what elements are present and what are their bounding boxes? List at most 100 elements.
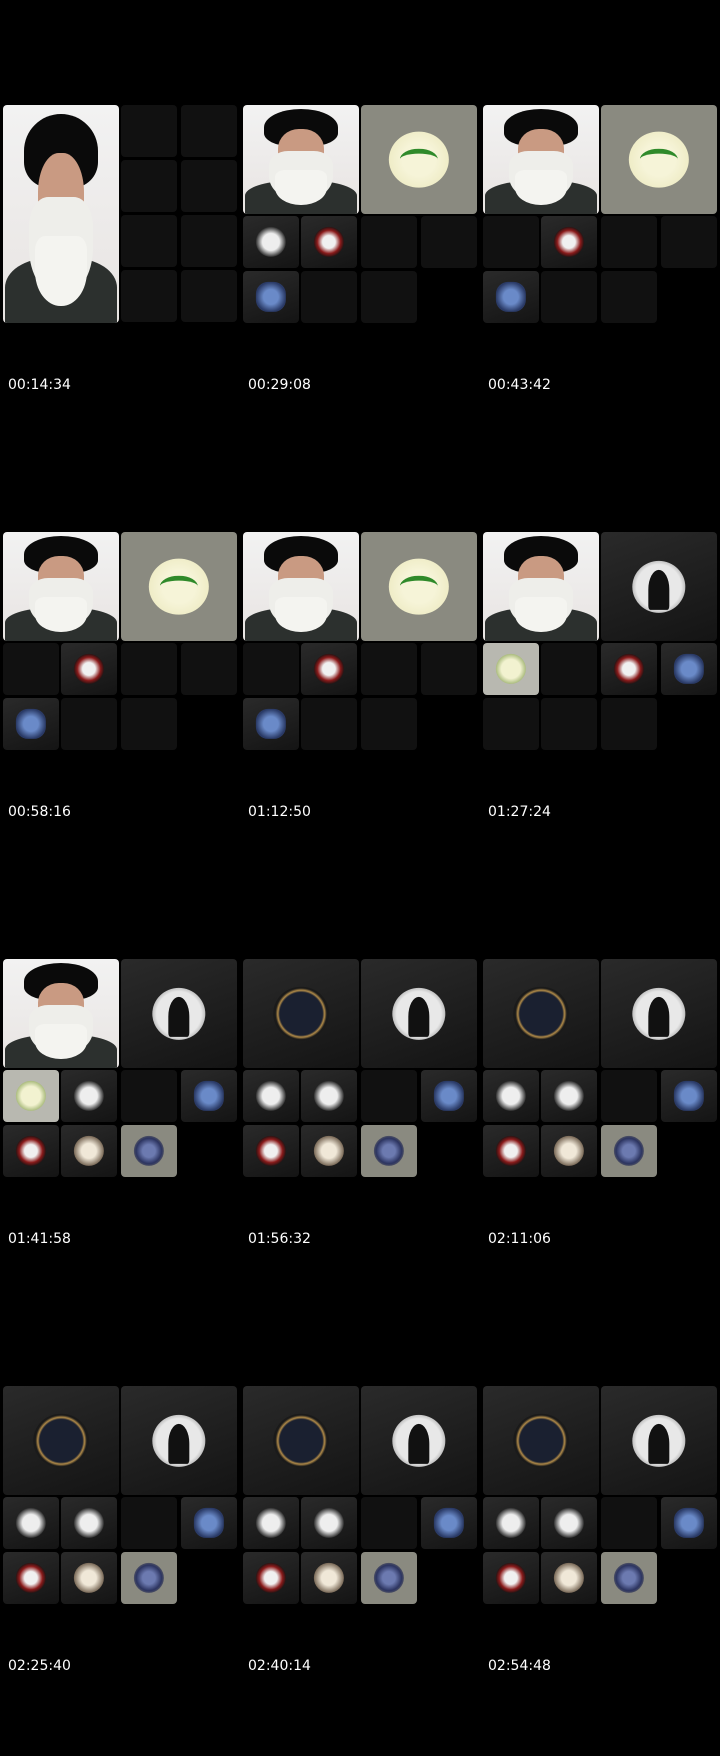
- gold-seal-icon: [273, 986, 329, 1041]
- timestamp: 02:40:14: [248, 1658, 311, 1674]
- portrait-tile[interactable]: [243, 105, 359, 214]
- participant-tile[interactable]: [3, 1552, 59, 1604]
- emblem-tile[interactable]: [243, 959, 359, 1068]
- participant-tile[interactable]: [3, 698, 59, 750]
- empty-tile: [601, 271, 657, 323]
- frame-4: 00:58:16: [3, 532, 237, 902]
- book-icon: [433, 1080, 465, 1112]
- emblem-tile[interactable]: [361, 959, 477, 1068]
- participant-tile[interactable]: [661, 1497, 717, 1549]
- calligraphy-emblem-icon: [628, 131, 690, 188]
- participant-tile[interactable]: [121, 1552, 177, 1604]
- participant-tile[interactable]: [61, 1552, 117, 1604]
- participant-tile[interactable]: [421, 1497, 477, 1549]
- participant-tile[interactable]: [181, 1497, 237, 1549]
- person-icon: [15, 1562, 47, 1594]
- participant-tile[interactable]: [483, 1125, 539, 1177]
- emblem-tile[interactable]: [601, 105, 717, 214]
- emblem-tile[interactable]: [601, 1386, 717, 1495]
- empty-tile: [421, 216, 477, 268]
- participant-tile[interactable]: [301, 1070, 357, 1122]
- participant-tile[interactable]: [601, 1125, 657, 1177]
- participant-tile[interactable]: [61, 1497, 117, 1549]
- participant-tile[interactable]: [243, 1497, 299, 1549]
- participant-tile[interactable]: [3, 1125, 59, 1177]
- participant-tile[interactable]: [301, 1497, 357, 1549]
- participant-tile[interactable]: [243, 216, 299, 268]
- participant-tile[interactable]: [3, 1497, 59, 1549]
- emblem-tile[interactable]: [361, 1386, 477, 1495]
- portrait-tile[interactable]: [483, 532, 599, 641]
- video-grid: [483, 959, 719, 1179]
- participant-tile[interactable]: [541, 1070, 597, 1122]
- participant-tile[interactable]: [601, 643, 657, 695]
- empty-tile: [121, 215, 177, 267]
- portrait-tile[interactable]: [3, 532, 119, 641]
- participant-tile[interactable]: [541, 1497, 597, 1549]
- participant-tile[interactable]: [243, 1070, 299, 1122]
- participant-tile[interactable]: [421, 1070, 477, 1122]
- participant-tile[interactable]: [243, 698, 299, 750]
- participant-tile[interactable]: [661, 643, 717, 695]
- emblem-tile[interactable]: [243, 1386, 359, 1495]
- participant-tile[interactable]: [541, 1125, 597, 1177]
- video-grid: [243, 959, 479, 1179]
- participant-tile[interactable]: [483, 1497, 539, 1549]
- participant-tile[interactable]: [483, 643, 539, 695]
- participant-tile[interactable]: [483, 1552, 539, 1604]
- participant-tile[interactable]: [661, 1070, 717, 1122]
- participant-tile[interactable]: [61, 1125, 117, 1177]
- emblem-tile[interactable]: [483, 959, 599, 1068]
- seal-icon: [133, 1562, 165, 1594]
- moon-silhouette-icon: [392, 987, 446, 1040]
- participant-tile[interactable]: [243, 1125, 299, 1177]
- participant-tile[interactable]: [301, 216, 357, 268]
- person-icon: [495, 1080, 527, 1112]
- book-icon: [15, 708, 47, 740]
- empty-tile: [361, 643, 417, 695]
- participant-tile[interactable]: [61, 1070, 117, 1122]
- participant-tile[interactable]: [541, 1552, 597, 1604]
- emblem-tile[interactable]: [601, 532, 717, 641]
- book-icon: [433, 1507, 465, 1539]
- emblem-tile[interactable]: [3, 1386, 119, 1495]
- participant-tile[interactable]: [301, 643, 357, 695]
- video-grid: [3, 532, 239, 752]
- participant-tile[interactable]: [301, 1552, 357, 1604]
- empty-tile: [361, 271, 417, 323]
- emblem-tile[interactable]: [121, 1386, 237, 1495]
- timestamp: 02:11:06: [488, 1231, 551, 1247]
- participant-tile[interactable]: [601, 1552, 657, 1604]
- participant-tile[interactable]: [181, 1070, 237, 1122]
- person-icon: [553, 1507, 585, 1539]
- participant-tile[interactable]: [243, 1552, 299, 1604]
- participant-tile[interactable]: [361, 1552, 417, 1604]
- participant-tile[interactable]: [541, 216, 597, 268]
- person-icon: [495, 1135, 527, 1167]
- emblem-tile[interactable]: [361, 532, 477, 641]
- emblem-tile[interactable]: [601, 959, 717, 1068]
- portrait-tile[interactable]: [3, 105, 119, 323]
- empty-tile: [361, 1070, 417, 1122]
- portrait-tile[interactable]: [3, 959, 119, 1068]
- participant-tile[interactable]: [61, 643, 117, 695]
- emblem-tile[interactable]: [361, 105, 477, 214]
- participant-tile[interactable]: [483, 271, 539, 323]
- participant-tile[interactable]: [3, 1070, 59, 1122]
- participant-tile[interactable]: [301, 1125, 357, 1177]
- emblem-tile[interactable]: [121, 532, 237, 641]
- frame-1: 00:14:34: [3, 105, 237, 475]
- portrait-tile[interactable]: [483, 105, 599, 214]
- portrait-tile[interactable]: [243, 532, 359, 641]
- participant-tile[interactable]: [121, 1125, 177, 1177]
- video-grid: [243, 105, 479, 325]
- participant-tile[interactable]: [243, 271, 299, 323]
- emblem-tile[interactable]: [483, 1386, 599, 1495]
- participant-tile[interactable]: [361, 1125, 417, 1177]
- person-icon: [553, 226, 585, 258]
- participant-tile[interactable]: [483, 1070, 539, 1122]
- video-grid: [3, 1386, 239, 1606]
- empty-tile: [601, 1070, 657, 1122]
- video-grid: [3, 959, 239, 1179]
- emblem-tile[interactable]: [121, 959, 237, 1068]
